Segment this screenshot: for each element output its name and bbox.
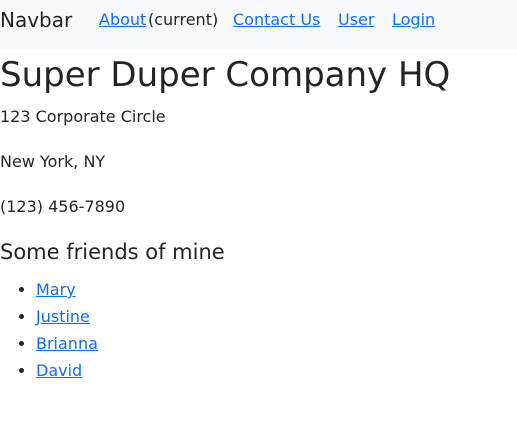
friends-list: Mary Justine Brianna David [0, 276, 98, 384]
navbar-brand[interactable]: Navbar [0, 8, 72, 32]
address-city: New York, NY [0, 152, 106, 171]
friend-link-justine[interactable]: Justine [36, 307, 90, 326]
list-item: Mary [36, 276, 98, 303]
friend-link-brianna[interactable]: Brianna [36, 334, 98, 353]
nav-current-marker: (current) [148, 10, 219, 29]
nav-link-user[interactable]: User [338, 10, 374, 30]
nav-link-contact-us[interactable]: Contact Us [233, 10, 320, 30]
friend-link-mary[interactable]: Mary [36, 280, 76, 299]
navbar: Navbar About (current) Contact Us User L… [0, 0, 517, 50]
address-street: 123 Corporate Circle [0, 107, 166, 126]
list-item: Brianna [36, 330, 98, 357]
friends-heading: Some friends of mine [0, 240, 225, 264]
nav-link-login[interactable]: Login [392, 10, 435, 30]
phone-number: (123) 456-7890 [0, 197, 126, 216]
friend-link-david[interactable]: David [36, 361, 82, 380]
nav-link-about[interactable]: About [99, 10, 146, 30]
page-title: Super Duper Company HQ [0, 55, 451, 95]
list-item: Justine [36, 303, 98, 330]
list-item: David [36, 357, 98, 384]
